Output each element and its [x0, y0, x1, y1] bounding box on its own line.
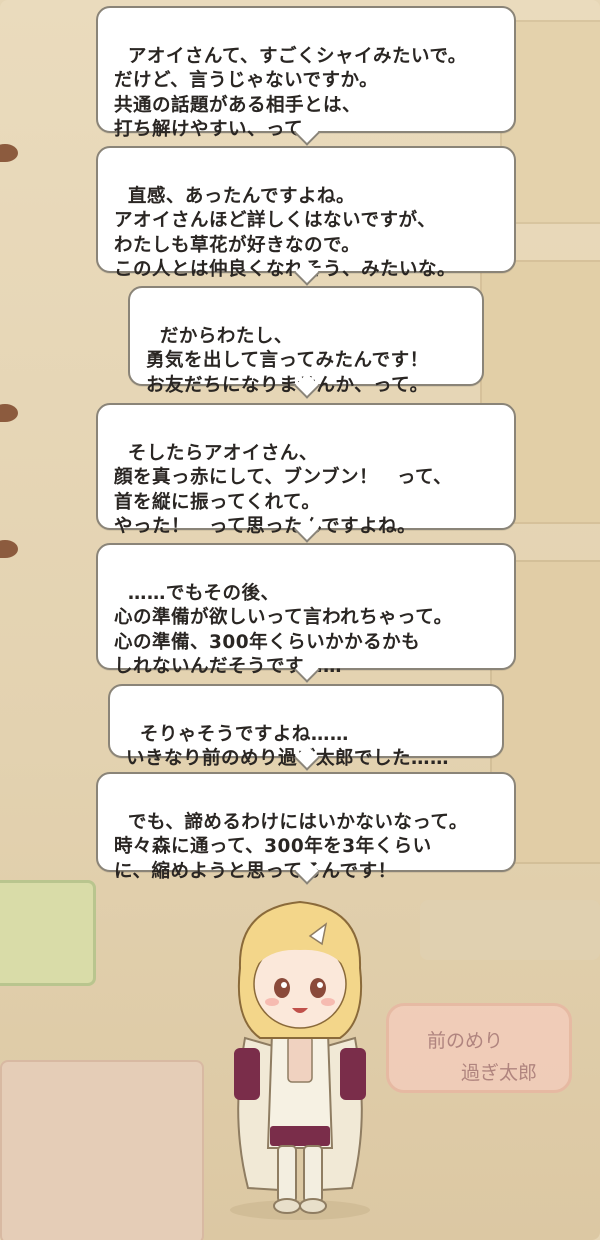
dialogue-text: でも、諦めるわけにはいかないなって。 時々森に通って、300年を3年くらい に、…	[114, 811, 468, 882]
sign-text-line1: 前のめり	[427, 1030, 504, 1052]
dialogue-text: そしたらアオイさん、 顔を真っ赤にして、ブンブン！ って、 首を縦に振ってくれて…	[114, 442, 453, 538]
dialogue-text: ……でもその後、 心の準備が欲しいって言われちゃって。 心の準備、300年くらい…	[114, 582, 453, 678]
dialogue-text: そりゃそうですよね…… いきなり前のめり過ぎ太郎でした……	[126, 723, 450, 770]
dialogue-bubble: そりゃそうですよね…… いきなり前のめり過ぎ太郎でした……	[108, 684, 504, 771]
dialogue-bubble: ……でもその後、 心の準備が欲しいって言われちゃって。 心の準備、300年くらい…	[96, 543, 516, 683]
dialogue-bubble: そしたらアオイさん、 顔を真っ赤にして、ブンブン！ って、 首を縦に振ってくれて…	[96, 403, 516, 543]
dialogue-bubble: だからわたし、 勇気を出して言ってみたんです！ お友だちになりませんか、って。	[128, 286, 484, 399]
background-sign: 前のめり 過ぎ太郎	[386, 1003, 572, 1093]
dialogue-text: 直感、あったんですよね。 アオイさんほど詳しくはないですが、 わたしも草花が好き…	[114, 185, 457, 281]
character-sprite	[200, 888, 400, 1232]
dialogue-bubble: アオイさんて、すごくシャイみたいで。 だけど、言うじゃないですか。 共通の話題が…	[96, 6, 516, 146]
character-illustration	[230, 900, 370, 1220]
dialogue-text: だからわたし、 勇気を出して言ってみたんです！ お友だちになりませんか、って。	[146, 325, 429, 396]
dialogue-bubble: 直感、あったんですよね。 アオイさんほど詳しくはないですが、 わたしも草花が好き…	[96, 146, 516, 286]
dialogue-bubble: でも、諦めるわけにはいかないなって。 時々森に通って、300年を3年くらい に、…	[96, 772, 516, 885]
dialogue-text: アオイさんて、すごくシャイみたいで。 だけど、言うじゃないですか。 共通の話題が…	[114, 45, 467, 141]
sign-text-line2: 過ぎ太郎	[461, 1062, 538, 1084]
